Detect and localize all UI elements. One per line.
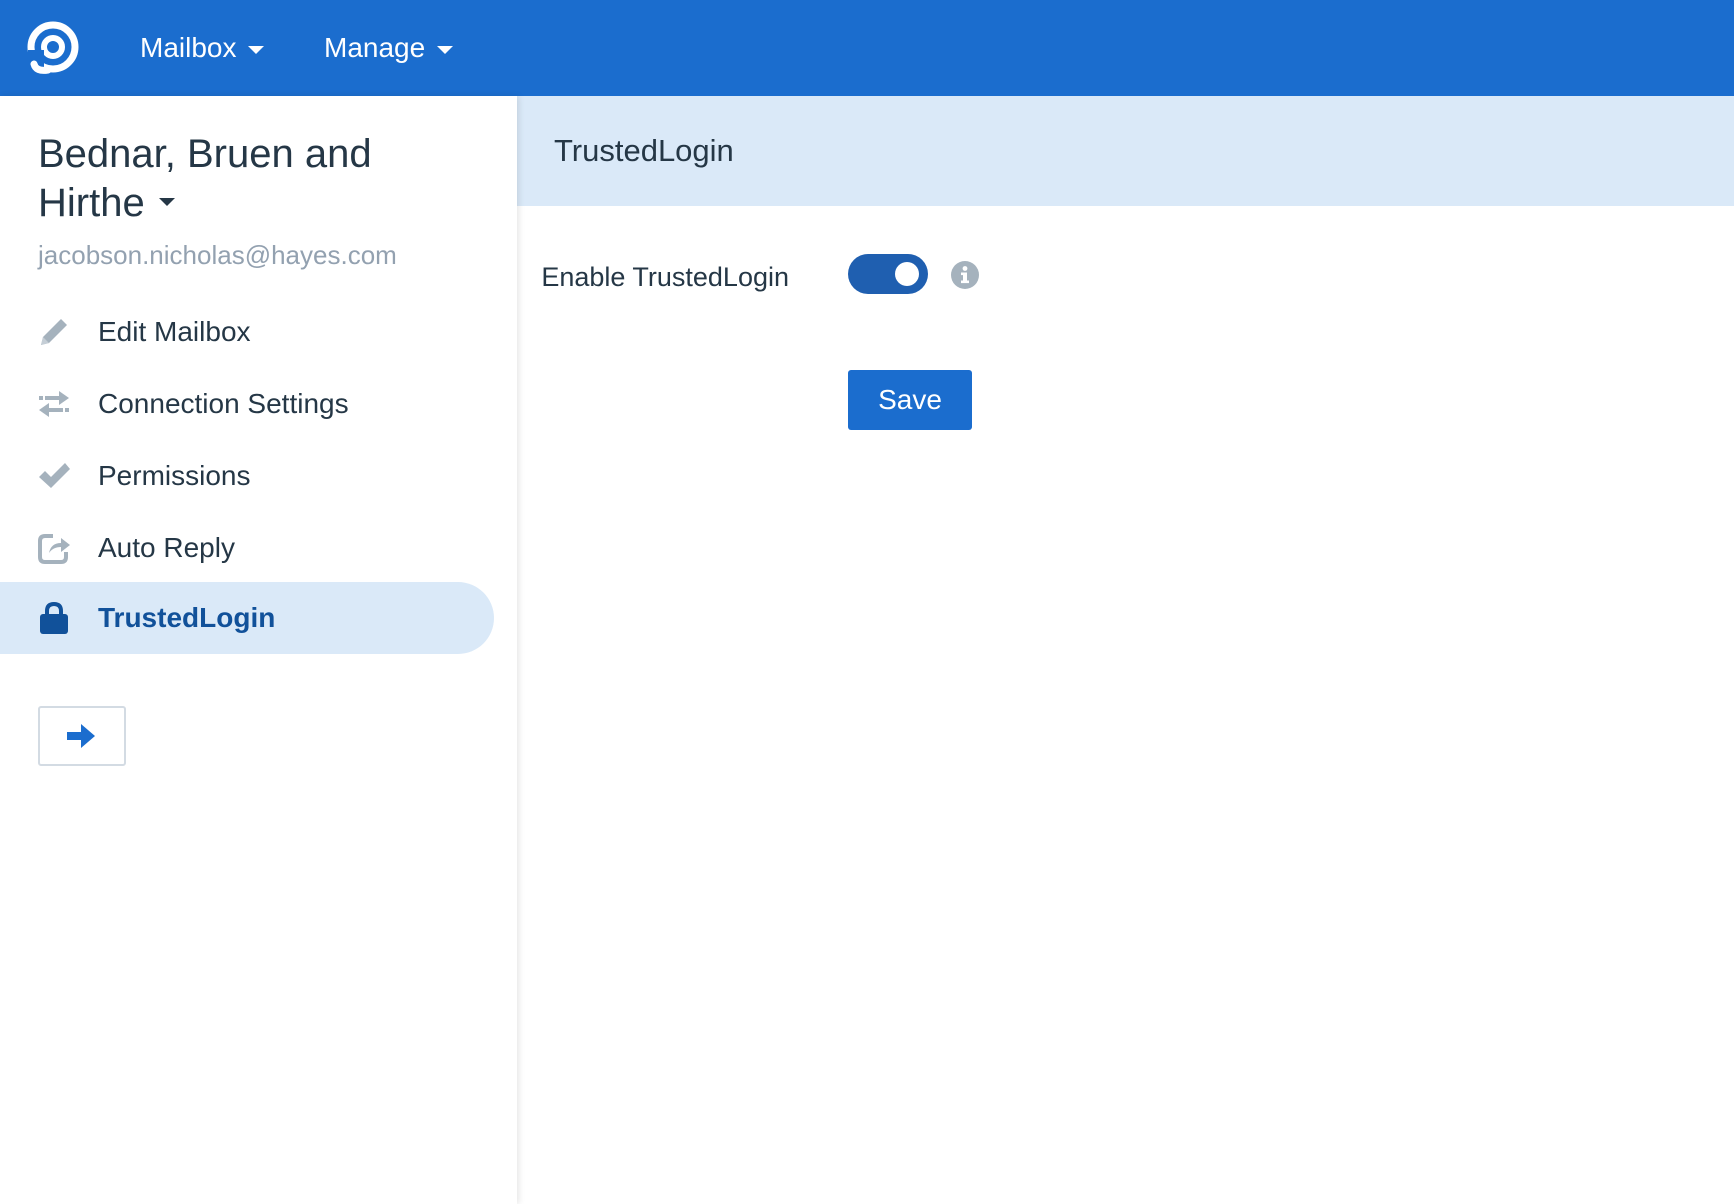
sidebar-item-label: TrustedLogin	[98, 602, 276, 633]
chevron-down-icon	[437, 46, 454, 54]
sidebar-item-trustedlogin[interactable]: TrustedLogin	[0, 582, 494, 654]
section-header: TrustedLogin	[517, 96, 1734, 206]
info-icon[interactable]	[950, 260, 980, 290]
sidebar-collapse-button[interactable]	[38, 706, 126, 766]
sidebar-item-auto-reply[interactable]: Auto Reply	[0, 512, 494, 584]
reply-share-icon	[36, 530, 72, 566]
save-button[interactable]: Save	[848, 370, 972, 430]
lock-icon	[36, 600, 72, 636]
sidebar-item-edit-mailbox[interactable]: Edit Mailbox	[0, 296, 494, 368]
main-content: TrustedLogin Enable TrustedLogin Save	[517, 96, 1734, 1204]
sidebar-item-permissions[interactable]: Permissions	[0, 440, 494, 512]
nav-menu-manage-label: Manage	[324, 32, 426, 63]
enable-trustedlogin-label: Enable TrustedLogin	[541, 262, 789, 292]
chevron-down-icon	[158, 198, 175, 207]
top-navbar: Mailbox Manage	[0, 0, 1734, 96]
sidebar-item-label: Permissions	[98, 460, 251, 491]
sidebar: Bednar, Bruen and Hirthe jacobson.nichol…	[0, 96, 517, 1204]
checkmark-icon	[36, 458, 72, 494]
sidebar-item-label: Edit Mailbox	[98, 316, 251, 347]
arrows-exchange-icon	[36, 386, 72, 422]
toggle-knob	[895, 262, 919, 286]
chevron-down-icon	[248, 46, 265, 54]
nav-menu-mailbox-label: Mailbox	[140, 32, 237, 63]
nav-menu-manage[interactable]: Manage	[324, 0, 454, 96]
enable-trustedlogin-toggle[interactable]	[848, 254, 928, 294]
arrow-right-icon	[67, 724, 95, 748]
page-title: TrustedLogin	[554, 133, 734, 168]
sidebar-item-label: Auto Reply	[98, 532, 235, 563]
mailbox-email: jacobson.nicholas@hayes.com	[38, 240, 397, 270]
pencil-icon	[36, 314, 72, 350]
helpscout-logo-icon[interactable]	[26, 20, 80, 74]
mailbox-switcher[interactable]: Bednar, Bruen and Hirthe	[38, 130, 458, 228]
mailbox-name: Bednar, Bruen and Hirthe	[38, 132, 372, 225]
sidebar-item-label: Connection Settings	[98, 388, 349, 419]
sidebar-item-connection-settings[interactable]: Connection Settings	[0, 368, 494, 440]
nav-menu-mailbox[interactable]: Mailbox	[140, 0, 265, 96]
